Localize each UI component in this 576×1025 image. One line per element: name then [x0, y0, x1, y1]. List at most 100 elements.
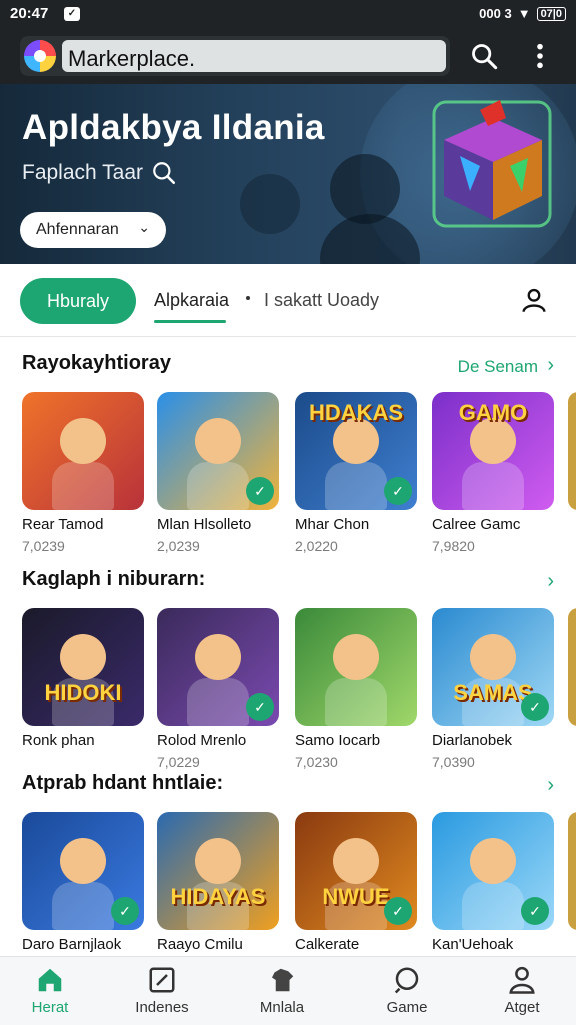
game-name: Diarlanobek [432, 732, 513, 749]
nav-game[interactable]: Game [357, 965, 457, 1016]
wifi-icon: ▼ [517, 6, 531, 21]
home-icon [38, 968, 62, 992]
game-name: Rear Tamod [22, 516, 104, 533]
character-body [52, 462, 114, 510]
game-logo-text: GAMO [458, 400, 528, 425]
search-icon [394, 967, 419, 994]
game-name: Calree Gamc [432, 516, 521, 533]
verified-badge-icon: ✓ [521, 897, 549, 925]
verified-badge-icon: ✓ [246, 693, 274, 721]
game-logo-text: HIDOKI [44, 680, 122, 705]
search-box[interactable]: Markerplace. [20, 36, 450, 76]
game-thumbnail[interactable]: ✓ [157, 392, 279, 510]
game-thumbnail[interactable] [22, 392, 144, 510]
game-card[interactable]: Rear Tamod 7,0239 [22, 392, 146, 562]
game-card[interactable]: SAMAS ✓ Diarlanobek 7,0390 [432, 608, 556, 778]
game-card[interactable]: HIDOKI Ronk phan [22, 608, 146, 778]
see-all-link[interactable]: De Senam [458, 357, 538, 377]
next-card-peek[interactable] [568, 812, 576, 930]
character-face [195, 634, 241, 680]
person-icon [509, 966, 535, 994]
chevron-down-icon: ⌄ [138, 219, 150, 235]
game-meta: 2,0220 [295, 538, 338, 554]
hero-dropdown-label: Ahfennaran [36, 221, 119, 238]
game-thumbnail[interactable]: ✓ [432, 812, 554, 930]
game-card[interactable]: GAMO Calree Gamc 7,9820 [432, 392, 556, 562]
character-face [333, 634, 379, 680]
notification-icon: ✓ [64, 7, 80, 21]
checkbox-icon [149, 967, 175, 993]
game-thumbnail[interactable]: ✓ [22, 812, 144, 930]
game-meta: 7,0229 [157, 754, 200, 770]
game-name: Mhar Chon [295, 516, 370, 533]
nav-indenes[interactable]: Indenes [112, 965, 212, 1016]
character-face [60, 634, 106, 680]
character-face [60, 838, 106, 884]
chevron-right-icon[interactable]: › [547, 774, 554, 797]
verified-badge-icon: ✓ [111, 897, 139, 925]
game-thumbnail[interactable]: GAMO [432, 392, 554, 510]
profile-icon[interactable] [520, 286, 548, 314]
character-body [52, 882, 114, 930]
status-right: 000 3 ▼ 07|0 [479, 6, 566, 21]
game-thumbnail[interactable]: ✓ [157, 608, 279, 726]
tab-second[interactable]: Alpkaraia [154, 290, 229, 311]
game-name: Ronk phan [22, 732, 95, 749]
hero-subtitle: Faplach Taar [22, 160, 177, 186]
search-icon[interactable] [470, 42, 498, 70]
nav-game-label: Game [386, 999, 428, 1016]
game-name: Rolod Mrenlo [157, 732, 247, 749]
section-title: Rayokayhtioray [22, 352, 171, 374]
status-time: 20:47 [10, 5, 49, 22]
chevron-right-icon[interactable]: › [547, 570, 554, 593]
game-thumbnail[interactable]: HIDAYAS [157, 812, 279, 930]
hero-subtitle-text: Faplach Taar [22, 161, 144, 184]
search-input[interactable]: Markerplace. [62, 40, 446, 72]
section-title: Kaglaph i niburarn: [22, 568, 206, 590]
tab-active[interactable]: Hburaly [20, 278, 136, 324]
more-menu-icon[interactable] [526, 42, 554, 70]
top-bar: Markerplace. [0, 30, 576, 84]
game-card[interactable]: Samo Iocarb 7,0230 [295, 608, 419, 778]
game-thumbnail[interactable]: HIDOKI [22, 608, 144, 726]
next-card-peek[interactable] [568, 608, 576, 726]
chevron-right-icon[interactable]: › [547, 354, 554, 377]
nav-home[interactable]: Herat [0, 965, 100, 1016]
game-thumbnail[interactable] [295, 608, 417, 726]
character-face [470, 838, 516, 884]
hero-dropdown-button[interactable]: Ahfennaran ⌄ [20, 212, 166, 248]
character-body [187, 678, 249, 726]
game-card[interactable]: HDAKAS ✓ Mhar Chon 2,0220 [295, 392, 419, 562]
game-card[interactable]: ✓ Rolod Mrenlo 7,0229 [157, 608, 281, 778]
game-meta: 7,0230 [295, 754, 338, 770]
game-name: Raayo Cmilu [157, 936, 243, 953]
shirt-icon [272, 968, 294, 992]
character-body [462, 882, 524, 930]
game-meta: 7,0239 [22, 538, 65, 554]
hero-search-icon [153, 162, 176, 185]
character-face [195, 838, 241, 884]
battery-icon: 07|0 [536, 6, 566, 21]
hero-banner[interactable]: Apldakbya Ildania Faplach Taar Ahfennara… [0, 84, 576, 264]
category-tabs: Hburaly Alpkaraia I sakatt Uoady [0, 264, 576, 337]
game-name: Daro Barnjlaok [22, 936, 122, 953]
verified-badge-icon: ✓ [521, 693, 549, 721]
next-card-peek[interactable] [568, 392, 576, 510]
game-thumbnail[interactable]: SAMAS ✓ [432, 608, 554, 726]
game-card[interactable]: ✓ Mlan Hlsolleto 2,0239 [157, 392, 281, 562]
hero-title: Apldakbya Ildania [22, 108, 325, 147]
character-body [325, 678, 387, 726]
app-logo-icon [24, 40, 56, 72]
nav-mnlala[interactable]: Mnlala [232, 965, 332, 1016]
nav-atget[interactable]: Atget [472, 965, 572, 1016]
game-name: Calkerate [295, 936, 360, 953]
game-meta: 7,9820 [432, 538, 475, 554]
game-meta: 7,0390 [432, 754, 475, 770]
verified-badge-icon: ✓ [246, 477, 274, 505]
game-thumbnail[interactable]: NWUE ✓ [295, 812, 417, 930]
game-logo-text: HIDAYAS [170, 884, 266, 909]
status-right-text: 000 3 [479, 6, 512, 21]
game-thumbnail[interactable]: HDAKAS ✓ [295, 392, 417, 510]
character-body [325, 462, 387, 510]
tab-third[interactable]: I sakatt Uoady [264, 290, 379, 311]
